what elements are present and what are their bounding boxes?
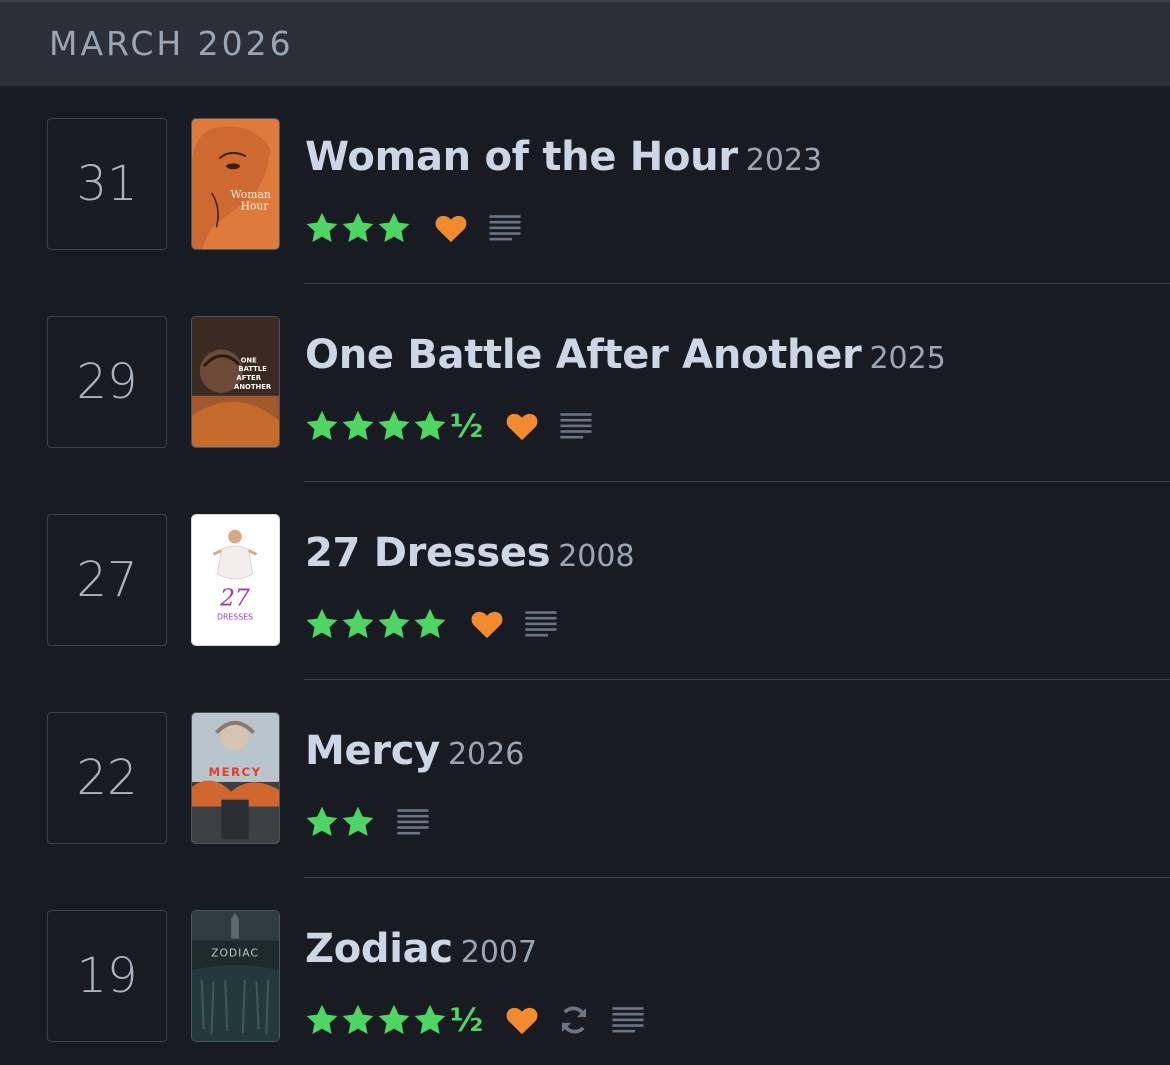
star-icon — [342, 608, 374, 638]
poster-text: ZODIAC — [211, 946, 259, 959]
poster-text: 27 — [219, 584, 250, 612]
heart-icon[interactable] — [505, 1004, 539, 1036]
review-lines-icon[interactable] — [524, 608, 558, 640]
rating-stars: ½ — [304, 1002, 483, 1038]
diary-page: MARCH 2026 31 Woman Hour Woman of the Ho… — [0, 0, 1170, 1065]
film-poster[interactable]: MERCY — [191, 712, 280, 844]
star-icon — [306, 212, 338, 242]
film-title[interactable]: 27 Dresses — [305, 530, 551, 576]
day-number[interactable]: 22 — [47, 712, 167, 844]
star-icon — [306, 410, 338, 440]
review-lines-icon[interactable] — [611, 1004, 645, 1036]
film-year[interactable]: 2008 — [558, 539, 634, 574]
review-lines-icon[interactable] — [559, 410, 593, 442]
diary-entry[interactable]: 27 27 DRESSES 27 Dresses 2008 — [0, 482, 1170, 680]
film-year[interactable]: 2026 — [448, 737, 524, 772]
diary-entry[interactable]: 31 Woman Hour Woman of the Hour 2023 — [0, 86, 1170, 284]
heart-icon[interactable] — [505, 410, 539, 442]
poster-text: MERCY — [208, 765, 261, 779]
star-icon — [342, 410, 374, 440]
star-icon — [378, 608, 410, 638]
film-title-line: Woman of the Hour 2023 — [305, 134, 822, 180]
day-number[interactable]: 27 — [47, 514, 167, 646]
star-icon — [342, 1004, 374, 1034]
film-title[interactable]: One Battle After Another — [305, 332, 862, 378]
film-year[interactable]: 2007 — [461, 935, 537, 970]
diary-entry[interactable]: 19 ZODIAC Zodiac 2007 ½ — [0, 878, 1170, 1065]
film-poster[interactable]: Woman Hour — [191, 118, 280, 250]
star-icon — [378, 410, 410, 440]
star-icon — [378, 1004, 410, 1034]
film-year[interactable]: 2023 — [746, 143, 822, 178]
month-header: MARCH 2026 — [0, 0, 1170, 86]
film-title-line: Mercy 2026 — [305, 728, 524, 774]
rewatch-icon[interactable] — [557, 1003, 591, 1037]
poster-text: AFTER — [236, 374, 261, 382]
film-title[interactable]: Mercy — [305, 728, 440, 774]
entry-meta — [304, 800, 430, 844]
star-icon — [378, 212, 410, 242]
film-title-line: One Battle After Another 2025 — [305, 332, 946, 378]
star-icon — [306, 806, 338, 836]
film-title[interactable]: Woman of the Hour — [305, 134, 738, 180]
heart-icon[interactable] — [470, 608, 504, 640]
star-icon — [414, 410, 446, 440]
star-icon — [306, 1004, 338, 1034]
day-number[interactable]: 31 — [47, 118, 167, 250]
film-title[interactable]: Zodiac — [305, 926, 453, 972]
star-icon — [306, 608, 338, 638]
month-label: MARCH 2026 — [49, 24, 294, 63]
film-poster[interactable]: ONE BATTLE AFTER ANOTHER — [191, 316, 280, 448]
rating-stars: ½ — [304, 408, 483, 444]
poster-text: DRESSES — [217, 612, 253, 621]
entry-meta: ½ — [304, 404, 593, 448]
entry-meta — [304, 602, 558, 646]
day-number[interactable]: 19 — [47, 910, 167, 1042]
film-title-line: 27 Dresses 2008 — [305, 530, 635, 576]
rating-stars — [304, 606, 448, 642]
star-icon — [342, 212, 374, 242]
star-icon — [342, 806, 374, 836]
day-number[interactable]: 29 — [47, 316, 167, 448]
half-star-glyph: ½ — [450, 1001, 484, 1039]
poster-text: Hour — [241, 200, 270, 213]
film-poster[interactable]: ZODIAC — [191, 910, 280, 1042]
rating-stars — [304, 804, 376, 840]
film-title-line: Zodiac 2007 — [305, 926, 537, 972]
entry-meta — [304, 206, 522, 250]
film-year[interactable]: 2025 — [869, 341, 945, 376]
half-star-glyph: ½ — [450, 407, 484, 445]
diary-entry[interactable]: 22 MERCY Mercy 2026 — [0, 680, 1170, 878]
film-poster[interactable]: 27 DRESSES — [191, 514, 280, 646]
star-icon — [414, 608, 446, 638]
poster-text: ANOTHER — [234, 383, 272, 391]
poster-text: ONE — [241, 356, 258, 364]
heart-icon[interactable] — [434, 212, 468, 244]
diary-entry[interactable]: 29 ONE BATTLE AFTER ANOTHER One Battle A… — [0, 284, 1170, 482]
star-icon — [414, 1004, 446, 1034]
review-lines-icon[interactable] — [396, 806, 430, 838]
poster-text: BATTLE — [238, 365, 267, 373]
entry-meta: ½ — [304, 998, 645, 1042]
rating-stars — [304, 210, 412, 246]
review-lines-icon[interactable] — [488, 212, 522, 244]
